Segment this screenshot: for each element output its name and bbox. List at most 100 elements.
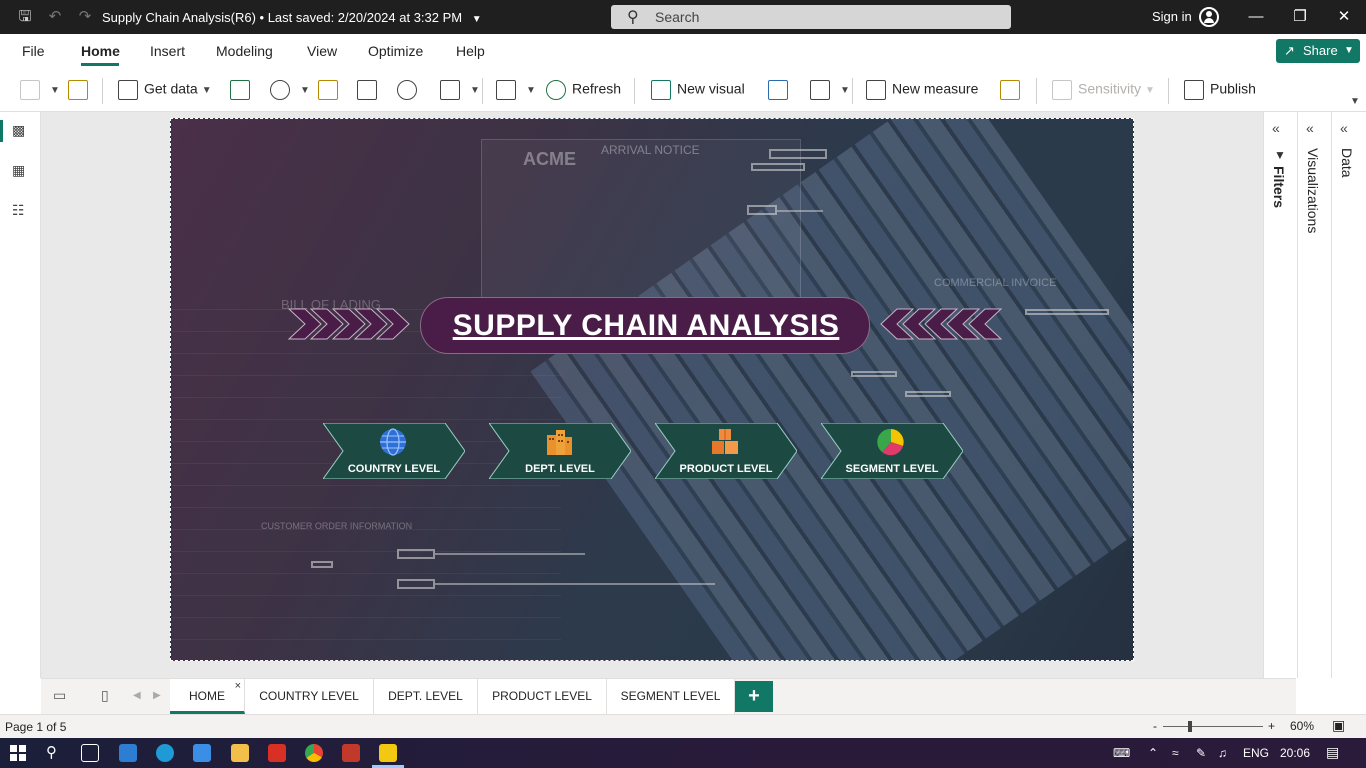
keyboard-icon[interactable]: ⌨	[1113, 746, 1130, 760]
enter-data-button[interactable]	[357, 80, 383, 102]
tab-dept-level[interactable]: DEPT. LEVEL	[374, 679, 478, 714]
status-bar: Page 1 of 5 - + 60% ▣	[0, 714, 1366, 738]
add-page-button[interactable]: +	[735, 681, 773, 712]
undo-icon[interactable]: ↶	[46, 8, 64, 26]
mail-icon[interactable]	[193, 744, 211, 762]
zoom-level[interactable]: 60%	[1290, 719, 1314, 733]
excel-button[interactable]	[230, 80, 256, 102]
paste-button[interactable]: ▼	[20, 80, 60, 102]
fit-to-page-icon[interactable]: ▣	[1332, 717, 1345, 734]
zoom-in-button[interactable]: +	[1268, 719, 1275, 733]
acrobat-icon[interactable]	[268, 744, 286, 762]
refresh-button[interactable]: Refresh	[546, 80, 621, 102]
format-painter-button[interactable]	[68, 80, 94, 102]
recent-sources-button[interactable]: ▼	[440, 80, 480, 102]
table-view-icon[interactable]: ▦	[12, 162, 30, 178]
prev-page-icon[interactable]: ◀	[133, 690, 141, 701]
callout-line	[435, 553, 585, 555]
zoom-slider-track[interactable]	[1163, 726, 1263, 727]
tab-country-level[interactable]: COUNTRY LEVEL	[245, 679, 374, 714]
share-icon: ↗	[1284, 43, 1295, 58]
menu-modeling[interactable]: Modeling	[216, 43, 273, 59]
chrome-icon[interactable]	[305, 744, 323, 762]
report-page[interactable]: ACME ARRIVAL NOTICE BILL OF LADING COMME…	[170, 118, 1134, 661]
menu-help[interactable]: Help	[456, 43, 485, 59]
menu-optimize[interactable]: Optimize	[368, 43, 423, 59]
sql-button[interactable]	[318, 80, 344, 102]
windows-start-icon[interactable]	[10, 745, 26, 761]
expand-data-icon[interactable]: «	[1340, 120, 1348, 136]
zoom-out-button[interactable]: -	[1153, 719, 1157, 733]
ribbon-divider	[482, 78, 483, 104]
collapse-ribbon-icon[interactable]: ▼	[1350, 96, 1360, 107]
share-button[interactable]: ↗ Share ▼	[1276, 39, 1360, 63]
data-pane[interactable]: « Data	[1331, 112, 1366, 678]
right-chevrons-decoration	[880, 308, 1003, 340]
redo-icon[interactable]: ↷	[76, 8, 94, 26]
menu-insert[interactable]: Insert	[150, 43, 185, 59]
save-icon[interactable]: 🖫	[16, 8, 34, 26]
volume-icon[interactable]: ♫	[1218, 746, 1227, 760]
minimize-icon[interactable]: —	[1244, 6, 1268, 28]
nav-button-dept-level[interactable]: DEPT. LEVEL	[489, 423, 631, 479]
chevron-down-icon: ▼	[470, 84, 480, 96]
zoom-slider-thumb[interactable]	[1188, 721, 1192, 732]
ime-icon[interactable]: ✎	[1196, 746, 1206, 760]
tab-segment-level[interactable]: SEGMENT LEVEL	[607, 679, 735, 714]
nav-button-segment-level[interactable]: SEGMENT LEVEL	[821, 423, 963, 479]
menu-file[interactable]: File	[22, 43, 45, 59]
close-tab-icon[interactable]: ×	[235, 669, 241, 704]
expand-visualizations-icon[interactable]: «	[1306, 120, 1314, 136]
restore-icon[interactable]: ❐	[1288, 6, 1312, 28]
chevron-up-icon[interactable]: ⌃	[1148, 746, 1158, 760]
model-view-icon[interactable]: ☷	[12, 202, 30, 218]
notifications-icon[interactable]: ▤	[1326, 744, 1339, 761]
report-view-icon[interactable]: ▩	[12, 122, 30, 138]
bg-acme-text: ACME	[523, 149, 576, 169]
close-icon[interactable]: ✕	[1332, 6, 1356, 28]
menu-view[interactable]: View	[307, 43, 337, 59]
account-icon[interactable]	[1199, 7, 1219, 27]
app-icon[interactable]	[342, 744, 360, 762]
visualizations-pane[interactable]: « Visualizations	[1297, 112, 1331, 678]
nav-button-country-level[interactable]: COUNTRY LEVEL	[323, 423, 465, 479]
wifi-icon[interactable]: ≈	[1172, 746, 1179, 760]
dataverse-button[interactable]	[397, 80, 423, 102]
clock[interactable]: 20:06	[1280, 746, 1310, 760]
sign-in-link[interactable]: Sign in	[1152, 9, 1192, 24]
search-box[interactable]: ⚲ Search	[611, 5, 1011, 29]
desktop-layout-icon[interactable]: ▭	[53, 687, 66, 704]
tab-product-level[interactable]: PRODUCT LEVEL	[478, 679, 607, 714]
quick-measure-button[interactable]	[1000, 80, 1026, 102]
store-icon[interactable]	[119, 744, 137, 762]
filters-pane[interactable]: « ▼ Filters	[1263, 112, 1297, 678]
nav-button-label: DEPT. LEVEL	[525, 463, 595, 475]
get-data-button[interactable]: Get data ▼	[118, 80, 212, 102]
next-page-icon[interactable]: ▶	[153, 690, 161, 701]
nav-button-product-level[interactable]: PRODUCT LEVEL	[655, 423, 797, 479]
refresh-icon	[546, 80, 566, 100]
file-explorer-icon[interactable]	[231, 744, 249, 762]
publish-button[interactable]: Publish	[1184, 80, 1256, 102]
expand-filters-icon[interactable]: «	[1272, 120, 1280, 136]
search-input[interactable]: Search	[655, 9, 699, 25]
more-visuals-button[interactable]: ▼	[810, 80, 850, 102]
chevron-down-icon[interactable]: ▼	[472, 14, 482, 25]
onelake-button[interactable]: ▼	[270, 80, 310, 102]
new-measure-button[interactable]: New measure	[866, 80, 978, 102]
text-box-button[interactable]	[768, 80, 794, 102]
menu-home[interactable]: Home	[81, 43, 120, 59]
mobile-layout-icon[interactable]: ▯	[101, 687, 109, 704]
task-view-icon[interactable]	[81, 744, 99, 762]
search-icon[interactable]: ⚲	[46, 743, 57, 761]
transform-data-button[interactable]: ▼	[496, 80, 536, 102]
power-bi-icon[interactable]	[379, 744, 397, 762]
left-chevrons-decoration	[287, 308, 410, 340]
document-title[interactable]: Supply Chain Analysis(R6) • Last saved: …	[102, 10, 482, 25]
sensitivity-button[interactable]: Sensitivity ▼	[1052, 80, 1155, 102]
language-indicator[interactable]: ENG	[1243, 746, 1269, 760]
new-visual-button[interactable]: New visual	[651, 80, 745, 102]
edge-icon[interactable]	[156, 744, 174, 762]
tab-label: PRODUCT LEVEL	[492, 689, 592, 703]
tab-home[interactable]: HOME ×	[170, 679, 245, 714]
